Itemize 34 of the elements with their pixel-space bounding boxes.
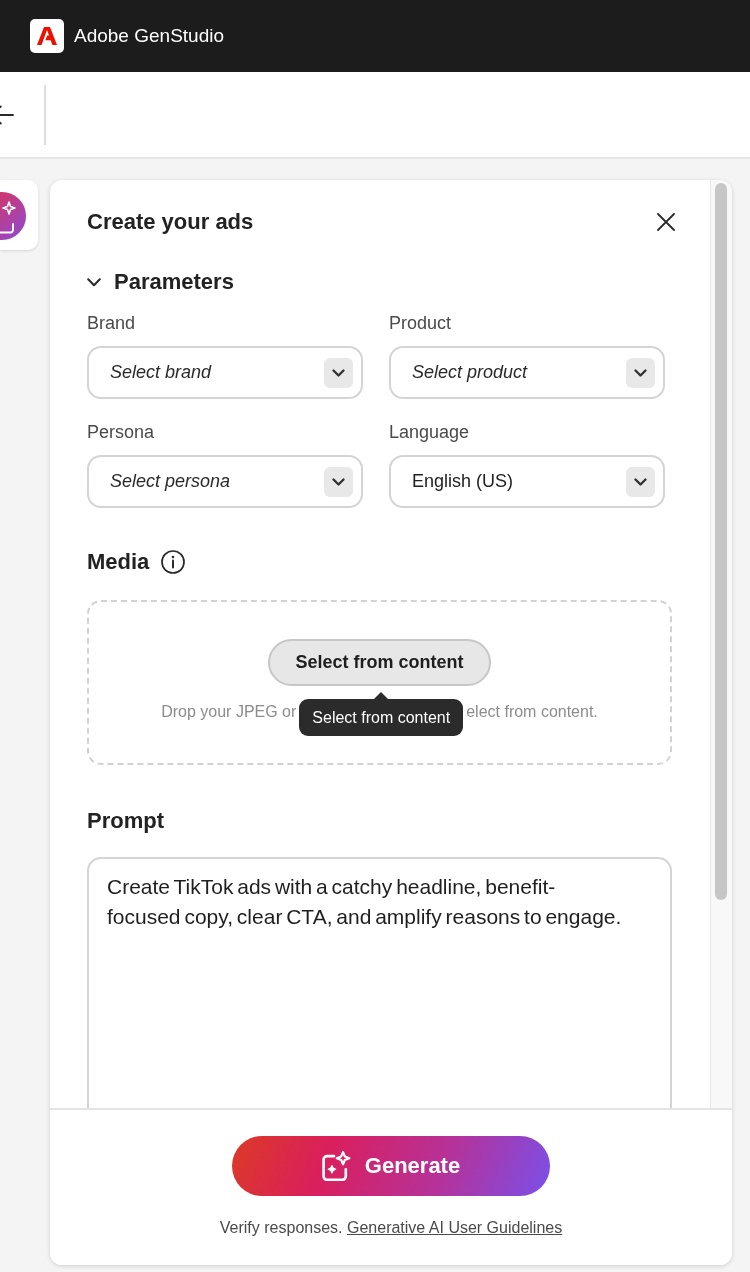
panel-title: Create your ads: [87, 208, 254, 236]
chevron-down-icon: [324, 466, 353, 497]
field-label: Brand: [87, 312, 137, 334]
guidelines-link[interactable]: Generative AI User Guidelines: [347, 1219, 563, 1236]
chevron-down-icon: [626, 466, 655, 497]
disclaimer-text: Verify responses. Generative AI User Guidelines: [219, 1218, 563, 1238]
sparkle-frame-icon: [0, 192, 26, 240]
back-arrow-icon[interactable]: [0, 104, 14, 125]
logo-icon[interactable]: [30, 19, 64, 53]
sidebar-button[interactable]: [0, 180, 38, 250]
app-title: Adobe GenStudio: [74, 24, 224, 48]
section-title[interactable]: Parameters: [114, 268, 234, 296]
section-title: Media: [87, 548, 150, 576]
select-dropdown[interactable]: Select persona: [87, 455, 363, 508]
section-title: Prompt: [87, 807, 165, 835]
sparkle-frame-icon: [321, 1151, 351, 1181]
select-dropdown[interactable]: Select brand: [87, 346, 363, 399]
field-label: Language: [389, 421, 471, 443]
generate-button[interactable]: Generate: [232, 1136, 550, 1196]
select-dropdown[interactable]: Select product: [389, 346, 665, 399]
info-icon[interactable]: [161, 550, 186, 574]
chevron-down-icon: [626, 357, 655, 388]
chevron-down-icon[interactable]: [87, 277, 101, 287]
hint-text: elect from content.: [466, 702, 598, 722]
chevron-down-icon: [324, 357, 353, 388]
select-content-button[interactable]: Select from content: [268, 639, 491, 686]
select-dropdown[interactable]: English (US): [389, 455, 665, 508]
drop-zone[interactable]: Select from content Drop your JPEG or Select from content elect from content.: [87, 600, 672, 765]
field-label: Persona: [87, 421, 156, 443]
close-icon[interactable]: [657, 213, 675, 231]
field-label: Product: [389, 312, 453, 334]
hint-text: Drop your JPEG or: [161, 702, 297, 722]
scrollbar-thumb[interactable]: [715, 183, 727, 900]
tooltip: Select from content: [299, 692, 464, 736]
